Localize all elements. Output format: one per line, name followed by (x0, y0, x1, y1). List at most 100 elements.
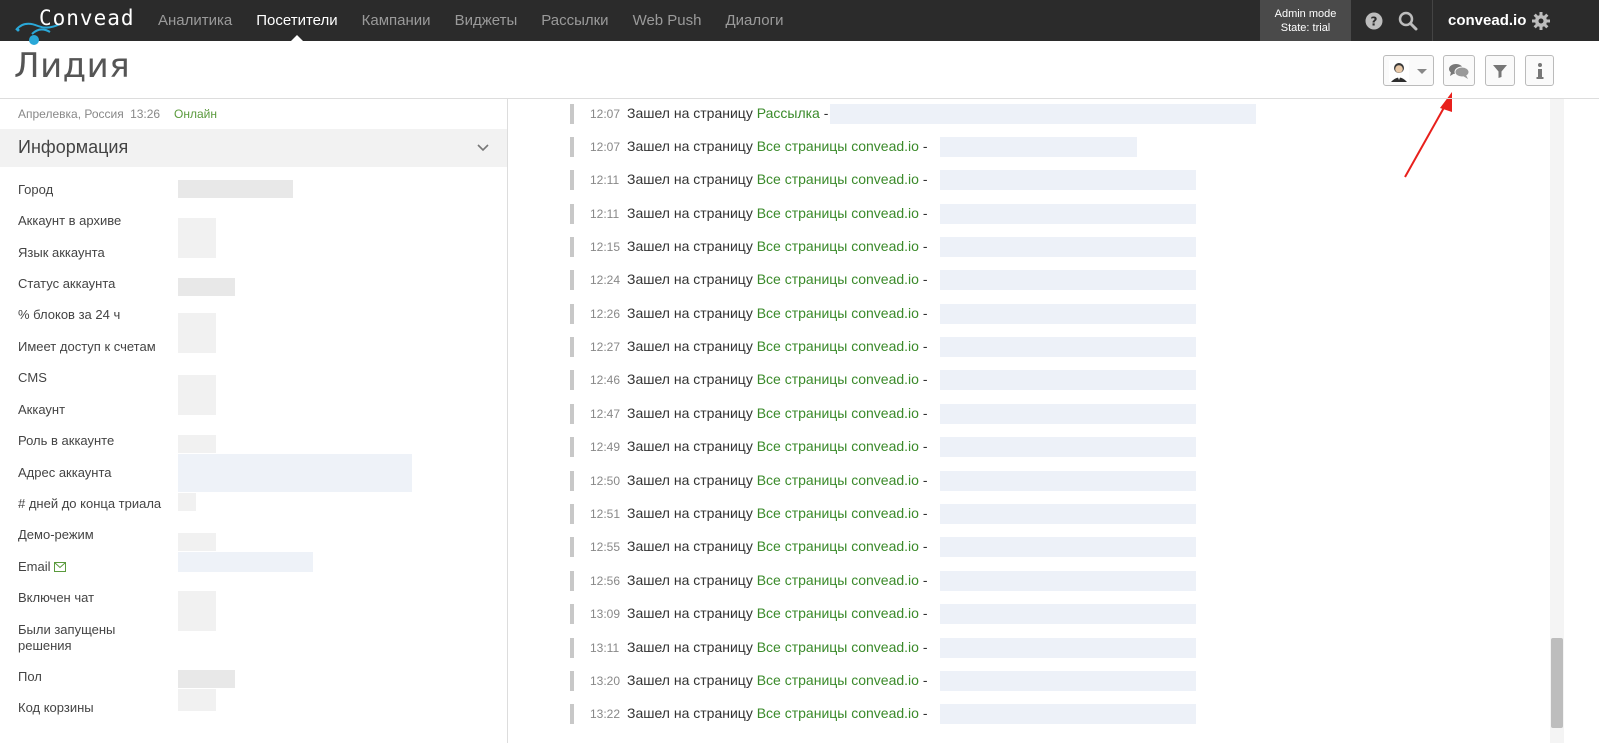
feed-page-link[interactable]: Все страницы convead.io (757, 438, 919, 454)
envelope-icon[interactable] (53, 562, 66, 572)
redacted-value (178, 278, 235, 296)
feed-action: Зашел на страницу (627, 672, 753, 688)
feed-time: 13:11 (590, 641, 620, 655)
redacted-url (940, 137, 1137, 157)
visitor-info-panel: Апрелевка, Россия 13:26 Онлайн Информаци… (0, 99, 508, 743)
feed-page-link[interactable]: Все страницы convead.io (757, 205, 919, 221)
admin-state-label: State: trial (1280, 22, 1331, 34)
feed-action: Зашел на страницу (627, 639, 753, 655)
feed-time: 13:09 (590, 607, 621, 621)
feed-page-link[interactable]: Все страницы convead.io (757, 371, 919, 387)
field-cart-code: Код корзины (18, 700, 94, 715)
feed-time: 12:47 (590, 407, 621, 421)
feed-item: 12:07 Зашел на страницу Все страницы conv… (570, 137, 1270, 157)
chat-button[interactable] (1443, 55, 1475, 86)
field-city: Город (18, 182, 54, 197)
redacted-url (940, 270, 1196, 290)
account-name[interactable]: convead.io (1448, 12, 1526, 29)
top-navbar: Convead Аналитика Посетители Кампании Ви… (0, 0, 1599, 45)
redacted-value (178, 313, 216, 353)
feed-page-link[interactable]: Все страницы convead.io (757, 305, 919, 321)
feed-separator: - (922, 271, 928, 287)
feed-action: Зашел на страницу (627, 271, 753, 287)
feed-action: Зашел на страницу (627, 438, 753, 454)
visitor-name-title: Лидия (14, 46, 131, 86)
redacted-value (178, 493, 196, 511)
feed-separator: - (922, 639, 928, 655)
visitor-location-text: Апрелевка, Россия (18, 107, 124, 121)
filter-button[interactable] (1485, 55, 1515, 86)
nav-dialogs[interactable]: Диалоги (714, 0, 796, 41)
nav-mailings[interactable]: Рассылки (529, 0, 620, 41)
feed-page-link[interactable]: Все страницы convead.io (757, 605, 919, 621)
redacted-url (940, 437, 1196, 457)
feed-page-link[interactable]: Рассылка (757, 105, 820, 121)
feed-item: 13:22 Зашел на страницу Все страницы conv… (570, 704, 1270, 724)
feed-item: 12:50 Зашел на страницу Все страницы conv… (570, 471, 1270, 491)
nav-campaigns[interactable]: Кампании (350, 0, 443, 41)
visitor-avatar-dropdown[interactable] (1383, 55, 1434, 86)
admin-mode-badge[interactable]: Admin mode State: trial (1260, 0, 1351, 41)
redacted-value (178, 454, 412, 492)
field-email-label: Email (18, 559, 51, 574)
convead-logo[interactable]: Convead (14, 0, 144, 45)
gear-icon[interactable] (1531, 11, 1551, 31)
feed-page-link[interactable]: Все страницы convead.io (757, 572, 919, 588)
feed-action: Зашел на страницу (627, 405, 753, 421)
feed-marker (570, 604, 574, 624)
nav-visitors[interactable]: Посетители (244, 0, 349, 41)
feed-action: Зашел на страницу (627, 538, 753, 554)
feed-time: 12:11 (590, 207, 620, 221)
redacted-value (178, 591, 216, 631)
search-icon[interactable] (1398, 11, 1418, 31)
feed-page-link[interactable]: Все страницы convead.io (757, 405, 919, 421)
nav-widgets[interactable]: Виджеты (443, 0, 530, 41)
field-trial-days-left: # дней до конца триала (18, 496, 162, 511)
feed-separator: - (922, 338, 928, 354)
redacted-value (178, 218, 216, 258)
feed-page-link[interactable]: Все страницы convead.io (757, 171, 919, 187)
feed-text: Зашел на страницу Все страницы convead.i… (627, 505, 928, 521)
field-invoice-access: Имеет доступ к счетам (18, 339, 156, 354)
feed-item: 12:07 Зашел на страницу Рассылка - (570, 104, 1270, 124)
funnel-icon (1493, 64, 1507, 78)
feed-page-link[interactable]: Все страницы convead.io (757, 639, 919, 655)
field-gender: Пол (18, 669, 42, 684)
feed-page-link[interactable]: Все страницы convead.io (757, 538, 919, 554)
redacted-url (940, 304, 1196, 324)
feed-separator: - (922, 438, 928, 454)
feed-item: 12:24 Зашел на страницу Все страницы conv… (570, 270, 1270, 290)
redacted-value (178, 670, 235, 688)
feed-page-link[interactable]: Все страницы convead.io (757, 472, 919, 488)
scrollbar-thumb[interactable] (1551, 638, 1563, 728)
feed-page-link[interactable]: Все страницы convead.io (757, 505, 919, 521)
feed-action: Зашел на страницу (627, 572, 753, 588)
feed-page-link[interactable]: Все страницы convead.io (757, 138, 919, 154)
nav-web-push[interactable]: Web Push (621, 0, 714, 41)
feed-separator: - (922, 705, 928, 721)
feed-time: 12:55 (590, 540, 621, 554)
info-section-header[interactable]: Информация (0, 129, 507, 167)
question-circle-icon[interactable]: ? (1364, 11, 1384, 31)
feed-time: 13:22 (590, 707, 621, 721)
feed-separator: - (922, 472, 928, 488)
feed-marker (570, 237, 574, 257)
feed-text: Зашел на страницу Все страницы convead.i… (627, 371, 928, 387)
feed-item: 12:49 Зашел на страницу Все страницы conv… (570, 437, 1270, 457)
caret-down-icon (1416, 68, 1427, 74)
feed-time: 12:46 (590, 373, 621, 387)
feed-page-link[interactable]: Все страницы convead.io (757, 705, 919, 721)
info-button[interactable] (1525, 55, 1554, 86)
feed-page-link[interactable]: Все страницы convead.io (757, 271, 919, 287)
feed-text: Зашел на страницу Все страницы convead.i… (627, 271, 928, 287)
feed-item: 12:15 Зашел на страницу Все страницы conv… (570, 237, 1270, 257)
feed-item: 12:11 Зашел на страницу Все страницы conv… (570, 170, 1270, 190)
feed-page-link[interactable]: Все страницы convead.io (757, 338, 919, 354)
feed-page-link[interactable]: Все страницы convead.io (757, 238, 919, 254)
main-nav: Аналитика Посетители Кампании Виджеты Ра… (146, 0, 796, 41)
feed-action: Зашел на страницу (627, 205, 753, 221)
feed-action: Зашел на страницу (627, 705, 753, 721)
field-solutions-launched: Были запущены решения (18, 622, 116, 653)
feed-page-link[interactable]: Все страницы convead.io (757, 672, 919, 688)
nav-analytics[interactable]: Аналитика (146, 0, 244, 41)
